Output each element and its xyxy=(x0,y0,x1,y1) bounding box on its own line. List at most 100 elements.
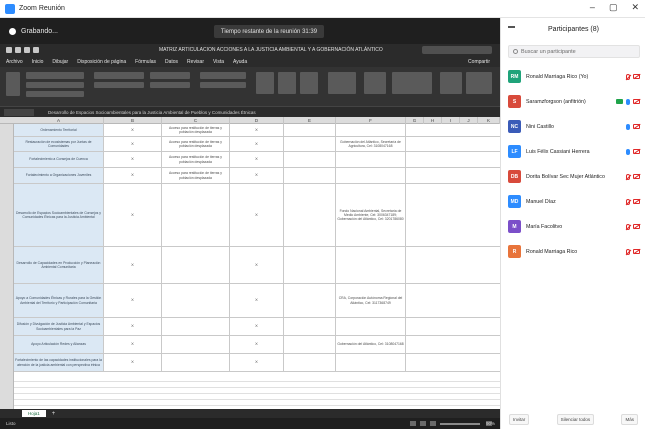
cell-empty[interactable] xyxy=(284,152,336,167)
column-header[interactable]: B xyxy=(104,117,162,124)
mic-muted-icon[interactable] xyxy=(626,73,630,80)
cell-quantity[interactable]: X xyxy=(104,168,162,183)
spreadsheet-grid[interactable]: A B C D E F G H I J K Ordenamiento Terri… xyxy=(0,117,500,409)
cell-contact[interactable]: Fondo Nacional Ambiental, Secretaría de … xyxy=(336,184,406,246)
mute-all-button[interactable]: Silenciar todos xyxy=(556,413,595,425)
page-layout-icon[interactable] xyxy=(420,421,426,426)
cell-quantity[interactable]: X xyxy=(104,284,162,317)
cell-description[interactable]: Acceso para restitución de tierras y pob… xyxy=(162,152,230,167)
cell-item[interactable]: Fortalecimiento de las capacidades insti… xyxy=(14,354,104,371)
cell-description[interactable]: Acceso para restitución de tierras y pob… xyxy=(162,137,230,151)
cell-description[interactable]: Acceso para restitución de tierras y pob… xyxy=(162,168,230,183)
cell-empty[interactable] xyxy=(284,354,336,371)
meeting-info[interactable]: Tiempo restante de la reunión 31:39 xyxy=(214,25,324,38)
cell-empty[interactable] xyxy=(284,168,336,183)
format-as-table-icon[interactable] xyxy=(278,72,296,94)
cell-description[interactable]: Acceso para restitución de tierras y pob… xyxy=(162,124,230,136)
cell-contact[interactable] xyxy=(336,168,406,183)
cell-styles-icon[interactable] xyxy=(300,72,318,94)
cell-mark[interactable]: X xyxy=(230,336,284,353)
participant-row[interactable]: M María Facolitvo xyxy=(501,214,645,239)
column-header[interactable]: J xyxy=(460,117,478,124)
column-header[interactable]: I xyxy=(442,117,460,124)
cell-item[interactable]: Desarrollo de Espacios Socioambientales … xyxy=(14,184,104,246)
participant-search-input[interactable]: Buscar un participante xyxy=(508,45,640,58)
participant-row[interactable]: RM Ronald Marriaga Rico (Yo) xyxy=(501,64,645,89)
cell-quantity[interactable]: X xyxy=(104,318,162,335)
cell-mark[interactable]: X xyxy=(230,168,284,183)
cell-item[interactable]: Restauración de ecosistemas por Juntas d… xyxy=(14,137,104,151)
cell-empty[interactable] xyxy=(284,124,336,136)
font-name-select[interactable] xyxy=(26,72,84,79)
undo-icon[interactable] xyxy=(24,47,30,53)
share-button[interactable]: Compartir xyxy=(468,59,490,65)
video-off-icon[interactable] xyxy=(633,124,640,129)
cell-item[interactable]: Fortalecimiento a Organizaciones Juvenil… xyxy=(14,168,104,183)
table-row[interactable]: Desarrollo de Espacios Socioambientales … xyxy=(14,184,500,247)
cell-item[interactable]: Ordenamiento Territorial xyxy=(14,124,104,136)
sort-find-icon[interactable] xyxy=(392,72,432,94)
cell-contact[interactable]: Gobernación del Atlántico, Cel: 31080471… xyxy=(336,336,406,353)
add-sheet-button[interactable]: + xyxy=(52,411,56,417)
cell-quantity[interactable]: X xyxy=(104,137,162,151)
minimize-icon[interactable]: – xyxy=(590,2,595,13)
column-header[interactable]: H xyxy=(424,117,442,124)
empty-rows[interactable] xyxy=(14,376,500,409)
mic-icon[interactable] xyxy=(626,98,630,105)
tab-formulas[interactable]: Fórmulas xyxy=(135,59,156,65)
video-off-icon[interactable] xyxy=(633,249,640,254)
cell-contact[interactable] xyxy=(336,354,406,371)
mic-muted-icon[interactable] xyxy=(626,173,630,180)
participant-row[interactable]: R Ronald Marriaga Rico xyxy=(501,239,645,264)
cell-description[interactable] xyxy=(162,354,230,371)
participant-row[interactable]: NC Nini Castillo xyxy=(501,114,645,139)
cell-description[interactable] xyxy=(162,318,230,335)
tab-datos[interactable]: Datos xyxy=(165,59,178,65)
table-row[interactable]: Apoyo a Comunidades Étnicas y Rurales pa… xyxy=(14,284,500,318)
formula-content[interactable]: Desarrollo de Espacios Socioambientales … xyxy=(48,110,256,115)
font-color-buttons[interactable] xyxy=(26,91,84,97)
sum-icon[interactable] xyxy=(364,72,386,94)
cell-empty[interactable] xyxy=(284,247,336,283)
cell-quantity[interactable]: X xyxy=(104,336,162,353)
video-off-icon[interactable] xyxy=(633,99,640,104)
video-off-icon[interactable] xyxy=(633,199,640,204)
column-header[interactable]: K xyxy=(478,117,500,124)
tab-disposicion[interactable]: Disposición de página xyxy=(77,59,126,65)
cell-quantity[interactable]: X xyxy=(104,247,162,283)
zoom-level[interactable]: 90% xyxy=(486,421,495,426)
mic-icon[interactable] xyxy=(626,148,630,155)
page-break-icon[interactable] xyxy=(430,421,436,426)
normal-view-icon[interactable] xyxy=(410,421,416,426)
cell-contact[interactable] xyxy=(336,247,406,283)
cell-item[interactable]: Desarrollo de Capacidades en Producción … xyxy=(14,247,104,283)
video-off-icon[interactable] xyxy=(633,174,640,179)
analyze-data-icon[interactable] xyxy=(440,72,462,94)
column-header[interactable]: G xyxy=(406,117,424,124)
mic-icon[interactable] xyxy=(626,123,630,130)
cell-mark[interactable]: X xyxy=(230,247,284,283)
cell-empty[interactable] xyxy=(284,284,336,317)
cell-item[interactable]: Difusión y Divulgación de Justicia Ambie… xyxy=(14,318,104,335)
table-row[interactable]: Restauración de ecosistemas por Juntas d… xyxy=(14,137,500,152)
table-row[interactable]: Apoyo Articulación Redes y Alianzas X X Gob… xyxy=(14,336,500,354)
more-button[interactable]: Más xyxy=(621,413,638,425)
conditional-format-icon[interactable] xyxy=(256,72,274,94)
table-row[interactable]: Desarrollo de Capacidades en Producción … xyxy=(14,247,500,284)
cell-mark[interactable]: X xyxy=(230,137,284,151)
name-box[interactable] xyxy=(4,108,34,116)
table-row[interactable]: Ordenamiento Territorial X Acceso para res… xyxy=(14,124,500,137)
cell-description[interactable] xyxy=(162,284,230,317)
redo-icon[interactable] xyxy=(33,47,39,53)
table-row[interactable]: Difusión y Divulgación de Justicia Ambie… xyxy=(14,318,500,336)
number-format-select[interactable] xyxy=(200,72,246,79)
close-icon[interactable]: ✕ xyxy=(631,2,639,13)
tab-archivo[interactable]: Archivo xyxy=(6,59,23,65)
cell-quantity[interactable]: X xyxy=(104,354,162,371)
alignment-buttons[interactable] xyxy=(94,72,144,79)
cell-empty[interactable] xyxy=(284,336,336,353)
cell-contact[interactable] xyxy=(336,124,406,136)
mic-muted-icon[interactable] xyxy=(626,223,630,230)
indent-buttons[interactable] xyxy=(94,82,144,88)
participant-row[interactable]: MD Manuel Díaz xyxy=(501,189,645,214)
